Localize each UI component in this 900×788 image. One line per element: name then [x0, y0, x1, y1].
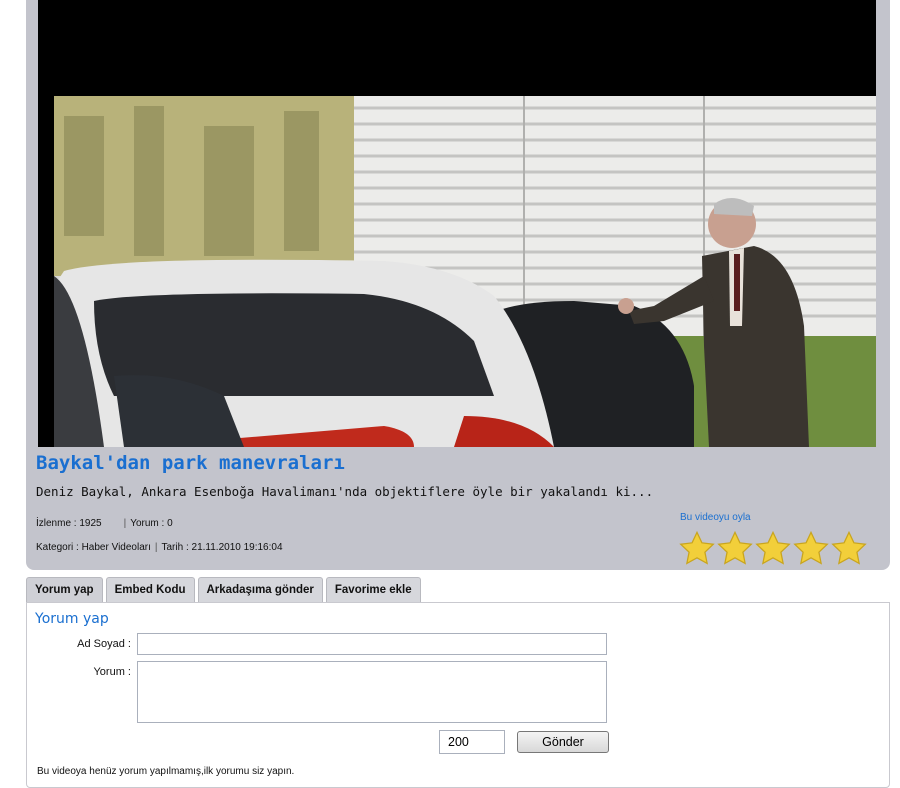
tab-send-to-friend[interactable]: Arkadaşıma gönder: [197, 577, 323, 602]
rate-video-link[interactable]: Bu videoyu oyla: [680, 512, 751, 523]
video-player[interactable]: [38, 0, 876, 447]
tab-bar: Yorum yap Embed Kodu Arkadaşıma gönder F…: [26, 577, 421, 602]
comment-form: Yorum yap Ad Soyad : Yorum : 200 Gönder …: [26, 602, 890, 788]
comment-label: Yorum :: [93, 666, 131, 678]
star-icon[interactable]: [830, 530, 868, 568]
category-label: Kategori : Haber Videoları: [36, 542, 151, 553]
name-label: Ad Soyad :: [77, 638, 131, 650]
tab-embed-code[interactable]: Embed Kodu: [105, 577, 195, 602]
stats-row: İzlenme : 1925 | Yorum : 0: [36, 518, 173, 529]
category-row: Kategori : Haber Videoları | Tarih : 21.11…: [36, 542, 283, 553]
comment-form-title: Yorum yap: [35, 611, 109, 627]
comments-count: Yorum : 0: [130, 518, 173, 529]
rating-stars: [678, 530, 868, 568]
video-description: Deniz Baykal, Ankara Esenboğa Havalimanı…: [36, 484, 654, 499]
views-count: İzlenme : 1925: [36, 518, 102, 529]
comment-textarea[interactable]: [137, 661, 607, 723]
star-icon[interactable]: [754, 530, 792, 568]
video-frame: [54, 96, 876, 447]
video-panel: Baykal'dan park manevraları Deniz Baykal…: [26, 0, 890, 570]
name-input[interactable]: [137, 633, 607, 655]
star-icon[interactable]: [792, 530, 830, 568]
submit-comment-button[interactable]: Gönder: [517, 731, 609, 753]
star-icon[interactable]: [716, 530, 754, 568]
star-icon[interactable]: [678, 530, 716, 568]
char-counter: 200: [439, 730, 505, 754]
no-comments-notice: Bu videoya henüz yorum yapılmamış,ilk yo…: [37, 766, 295, 777]
date-label: Tarih : 21.11.2010 19:16:04: [161, 542, 283, 553]
tab-add-favorite[interactable]: Favorime ekle: [325, 577, 421, 602]
video-title: Baykal'dan park manevraları: [36, 452, 345, 474]
tab-comment[interactable]: Yorum yap: [26, 577, 103, 602]
